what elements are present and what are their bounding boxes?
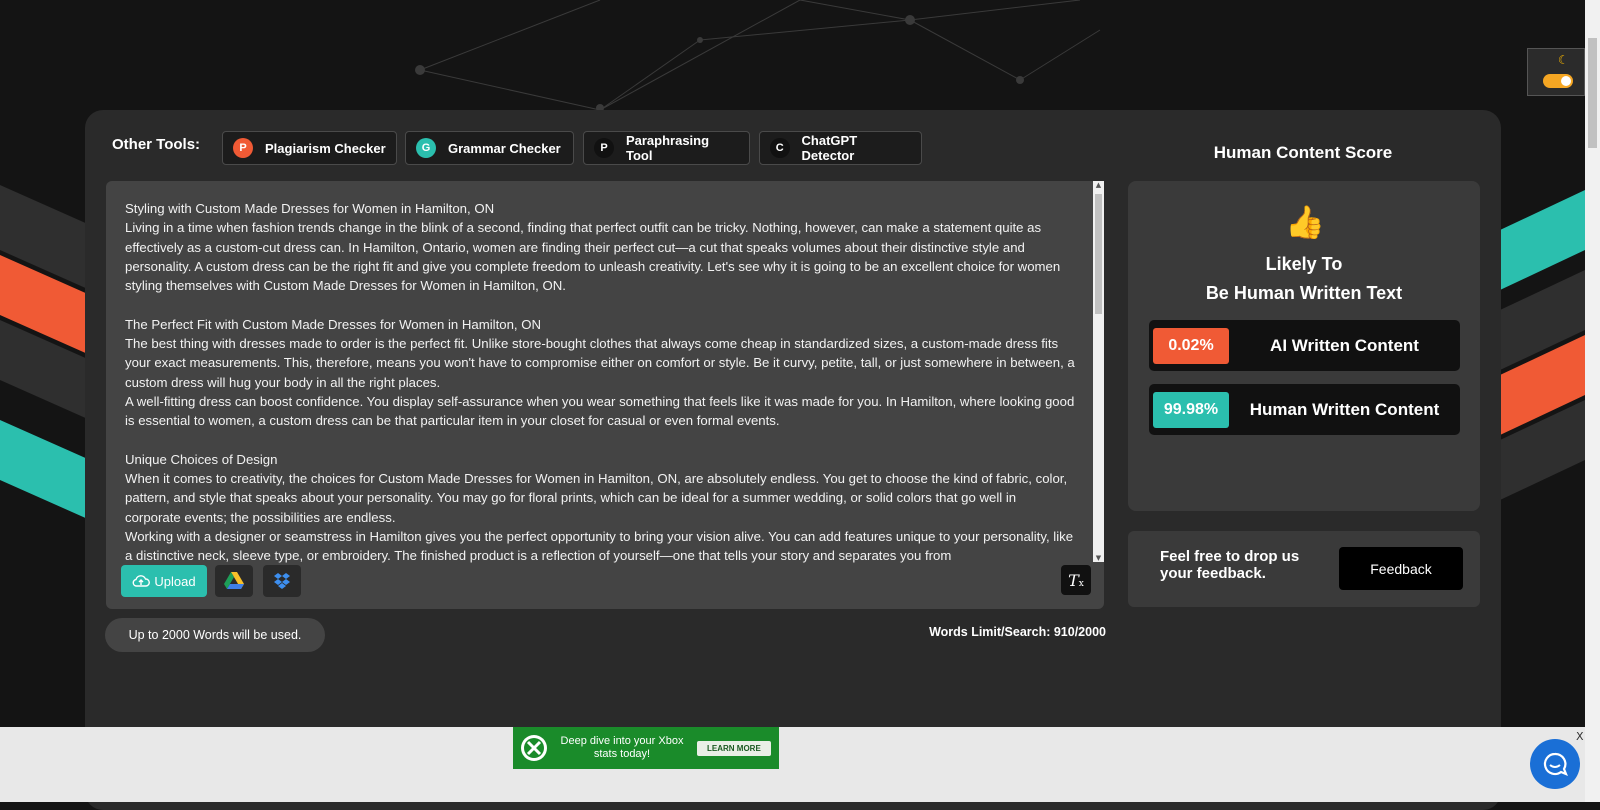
dropbox-icon <box>274 573 290 589</box>
text-editor[interactable]: Styling with Custom Made Dresses for Wom… <box>106 181 1104 609</box>
upload-label: Upload <box>154 573 196 589</box>
ai-percentage: 0.02% <box>1153 327 1229 364</box>
paraphrasing-tool-button[interactable]: P Paraphrasing Tool <box>583 131 750 165</box>
scroll-down-icon[interactable]: ▼ <box>1094 554 1103 562</box>
paraphrasing-tool-label: Paraphrasing Tool <box>625 133 710 163</box>
upload-button[interactable]: Upload <box>121 565 207 597</box>
paraphrasing-tool-icon: P <box>594 138 614 158</box>
other-tools-label: Other Tools: <box>112 136 201 153</box>
grammar-checker-label: Grammar Checker <box>448 140 561 156</box>
score-title: Human Content Score <box>1213 143 1393 162</box>
ai-result-row: 0.02% AI Written Content <box>1149 320 1460 371</box>
verdict-line-2: Be Human Written Text <box>1205 283 1403 303</box>
chatgpt-detector-button[interactable]: C ChatGPT Detector <box>759 131 922 165</box>
feedback-button[interactable]: Feedback <box>1339 547 1463 590</box>
ad-text: Deep dive into your Xbox stats today! <box>560 735 684 760</box>
thumbs-up-icon: 👍 <box>1285 203 1325 241</box>
chatgpt-detector-icon: C <box>770 138 790 158</box>
editor-scroll-thumb[interactable] <box>1095 194 1102 314</box>
grammar-checker-button[interactable]: G Grammar Checker <box>405 131 574 165</box>
editor-scrollbar[interactable]: ▲ ▼ <box>1093 181 1104 562</box>
google-drive-button[interactable] <box>215 565 253 597</box>
page-scrollbar[interactable] <box>1585 0 1600 802</box>
clear-formatting-icon: T <box>1068 570 1079 590</box>
verdict-line-1: Likely To <box>1265 254 1343 274</box>
chatgpt-detector-label: ChatGPT Detector <box>801 133 858 163</box>
cloud-upload-icon <box>133 575 151 587</box>
human-result-row: 99.98% Human Written Content <box>1149 384 1460 435</box>
words-limit-counter: Words Limit/Search: 910/2000 <box>929 625 1106 639</box>
words-note: Up to 2000 Words will be used. <box>105 618 325 652</box>
left-decorative-stripes <box>0 185 90 520</box>
right-decorative-stripes <box>1500 190 1585 500</box>
chat-bubble-icon <box>1543 752 1568 776</box>
plagiarism-checker-label: Plagiarism Checker <box>265 140 386 156</box>
xbox-logo-icon <box>521 735 547 761</box>
feedback-text: Feel free to drop us your feedback. <box>1160 548 1300 582</box>
google-drive-icon <box>224 572 244 589</box>
page-scroll-thumb[interactable] <box>1588 38 1597 148</box>
grammar-checker-icon: G <box>416 138 436 158</box>
chat-button[interactable] <box>1530 739 1580 789</box>
theme-toggle[interactable]: ☾ <box>1527 48 1585 96</box>
toggle-switch[interactable] <box>1543 74 1573 88</box>
ad-learn-more-button[interactable]: LEARN MORE <box>697 740 771 756</box>
clear-formatting-button[interactable]: Tx <box>1061 565 1091 595</box>
ad-bar <box>0 727 1585 802</box>
verdict-text: Likely To Be Human Written Text <box>1128 250 1480 308</box>
ad-close-button[interactable]: X <box>1576 730 1584 743</box>
dropbox-button[interactable] <box>263 565 301 597</box>
human-result-label: Human Written Content <box>1249 399 1440 419</box>
ad-banner[interactable]: Deep dive into your Xbox stats today! LE… <box>513 727 779 769</box>
scroll-up-icon[interactable]: ▲ <box>1094 181 1103 189</box>
human-percentage: 99.98% <box>1153 391 1229 428</box>
editor-content[interactable]: Styling with Custom Made Dresses for Wom… <box>125 199 1075 581</box>
moon-icon: ☾ <box>1558 53 1569 67</box>
plagiarism-checker-icon: P <box>233 138 253 158</box>
plagiarism-checker-button[interactable]: P Plagiarism Checker <box>222 131 397 165</box>
ai-result-label: AI Written Content <box>1270 335 1419 355</box>
